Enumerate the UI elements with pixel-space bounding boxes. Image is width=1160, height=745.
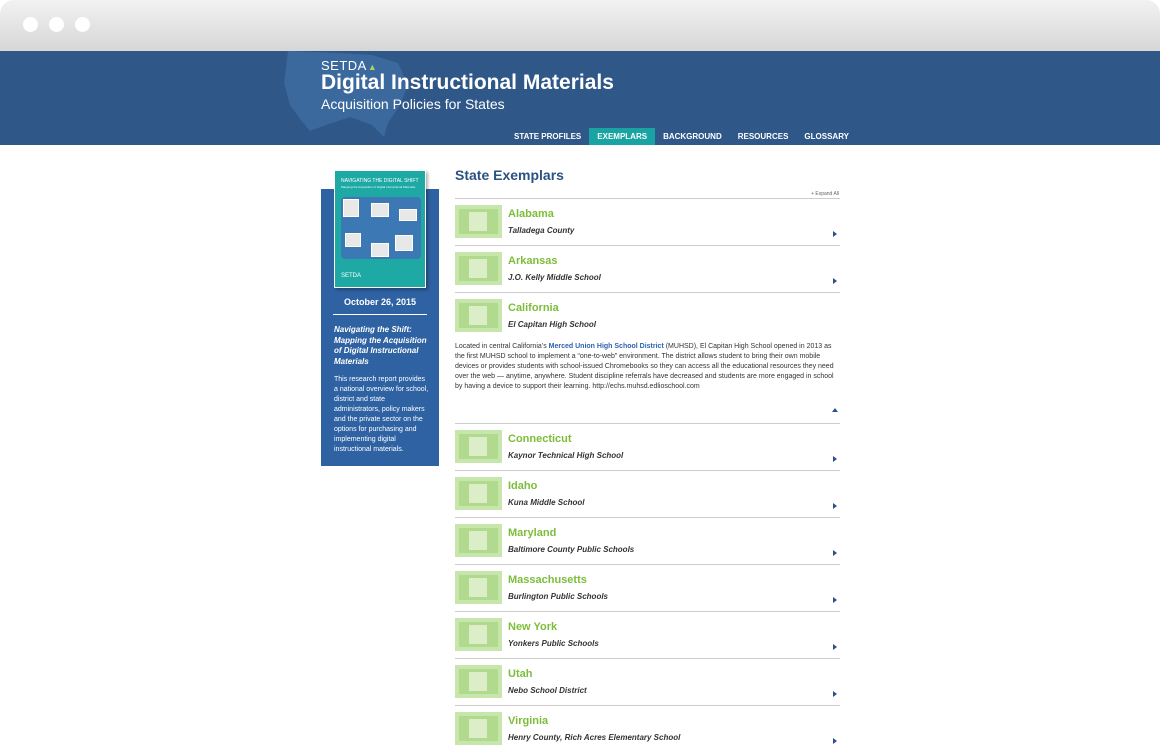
row-state-name[interactable]: Massachusetts bbox=[508, 574, 587, 586]
report-title[interactable]: Navigating the Shift: Mapping the Acquis… bbox=[334, 325, 429, 367]
main-nav: STATE PROFILES EXEMPLARS BACKGROUND RESO… bbox=[506, 128, 857, 145]
exemplar-row-maryland[interactable]: Maryland Baltimore County Public Schools bbox=[455, 518, 840, 565]
row-school-name: Burlington Public Schools bbox=[508, 592, 608, 601]
site-subtitle: Acquisition Policies for States bbox=[321, 96, 505, 112]
cover-photo bbox=[399, 209, 417, 221]
cover-photo bbox=[371, 243, 389, 257]
chevron-right-icon[interactable] bbox=[833, 597, 837, 603]
arkansas-map-thumbnail bbox=[455, 252, 502, 285]
row-school-name: Henry County, Rich Acres Elementary Scho… bbox=[508, 733, 681, 742]
row-state-name[interactable]: California bbox=[508, 302, 559, 314]
page-title: State Exemplars bbox=[455, 167, 564, 183]
report-description: This research report provides a national… bbox=[334, 376, 429, 453]
expand-all-link[interactable]: + Expand All bbox=[780, 191, 839, 197]
new-york-map-thumbnail bbox=[455, 618, 502, 651]
row-school-name: Yonkers Public Schools bbox=[508, 639, 599, 648]
utah-map-thumbnail bbox=[455, 665, 502, 698]
exemplar-row-massachusetts[interactable]: Massachusetts Burlington Public Schools bbox=[455, 565, 840, 612]
exemplar-description: Located in central California’s Merced U… bbox=[455, 343, 834, 390]
nav-resources[interactable]: RESOURCES bbox=[730, 128, 797, 145]
row-state-name[interactable]: Virginia bbox=[508, 715, 548, 727]
window-maximize-dot[interactable] bbox=[75, 17, 90, 32]
california-map-thumbnail bbox=[455, 299, 502, 332]
window-close-dot[interactable] bbox=[23, 17, 38, 32]
exemplar-row-california[interactable]: California El Capitan High School Locate… bbox=[455, 293, 840, 424]
row-state-name[interactable]: New York bbox=[508, 621, 557, 633]
report-cover-image[interactable]: NAVIGATING THE DIGITAL SHIFT Mapping the… bbox=[334, 170, 426, 288]
row-school-name: El Capitan High School bbox=[508, 320, 597, 329]
district-link[interactable]: Merced Union High School District bbox=[549, 343, 664, 350]
row-state-name[interactable]: Connecticut bbox=[508, 433, 572, 445]
nav-state-profiles[interactable]: STATE PROFILES bbox=[506, 128, 589, 145]
idaho-map-thumbnail bbox=[455, 477, 502, 510]
nav-exemplars[interactable]: EXEMPLARS bbox=[589, 128, 656, 145]
chevron-right-icon[interactable] bbox=[833, 503, 837, 509]
nav-glossary[interactable]: GLOSSARY bbox=[796, 128, 857, 145]
cover-photo bbox=[371, 203, 389, 217]
chevron-up-icon[interactable] bbox=[832, 408, 838, 412]
exemplar-row-virginia[interactable]: Virginia Henry County, Rich Acres Elemen… bbox=[455, 706, 840, 745]
row-state-name[interactable]: Idaho bbox=[508, 480, 537, 492]
row-school-name: Nebo School District bbox=[508, 686, 587, 695]
chevron-right-icon[interactable] bbox=[833, 738, 837, 744]
row-state-name[interactable]: Maryland bbox=[508, 527, 556, 539]
site-title: Digital Instructional Materials bbox=[321, 71, 614, 94]
cover-photo bbox=[343, 199, 359, 217]
cover-logo: SETDA bbox=[341, 273, 362, 279]
row-state-name[interactable]: Alabama bbox=[508, 208, 554, 220]
virginia-map-thumbnail bbox=[455, 712, 502, 745]
chevron-right-icon[interactable] bbox=[833, 231, 837, 237]
nav-background[interactable]: BACKGROUND bbox=[655, 128, 730, 145]
site-header: SETDA▲ Digital Instructional Materials A… bbox=[0, 51, 1160, 145]
cover-title: NAVIGATING THE DIGITAL SHIFT bbox=[341, 178, 419, 184]
exemplar-row-idaho[interactable]: Idaho Kuna Middle School bbox=[455, 471, 840, 518]
chevron-right-icon[interactable] bbox=[833, 691, 837, 697]
alabama-map-thumbnail bbox=[455, 205, 502, 238]
divider bbox=[333, 314, 427, 315]
exemplar-row-connecticut[interactable]: Connecticut Kaynor Technical High School bbox=[455, 424, 840, 471]
row-state-name[interactable]: Arkansas bbox=[508, 255, 558, 267]
row-school-name: Kaynor Technical High School bbox=[508, 451, 624, 460]
chevron-right-icon[interactable] bbox=[833, 456, 837, 462]
row-school-name: Talladega County bbox=[508, 226, 575, 235]
chevron-right-icon[interactable] bbox=[833, 644, 837, 650]
window-minimize-dot[interactable] bbox=[49, 17, 64, 32]
exemplar-row-utah[interactable]: Utah Nebo School District bbox=[455, 659, 840, 706]
exemplar-row-new-york[interactable]: New York Yonkers Public Schools bbox=[455, 612, 840, 659]
massachusetts-map-thumbnail bbox=[455, 571, 502, 604]
chevron-right-icon[interactable] bbox=[833, 278, 837, 284]
cover-photo bbox=[345, 233, 361, 247]
connecticut-map-thumbnail bbox=[455, 430, 502, 463]
maryland-map-thumbnail bbox=[455, 524, 502, 557]
row-school-name: J.O. Kelly Middle School bbox=[508, 273, 601, 282]
chevron-right-icon[interactable] bbox=[833, 550, 837, 556]
row-school-name: Kuna Middle School bbox=[508, 498, 585, 507]
cover-subtitle: Mapping the Acquisition of Digital Instr… bbox=[341, 185, 416, 189]
cover-photo bbox=[395, 235, 413, 251]
row-school-name: Baltimore County Public Schools bbox=[508, 545, 635, 554]
exemplar-row-alabama[interactable]: Alabama Talladega County bbox=[455, 199, 840, 246]
browser-title-bar bbox=[0, 0, 1160, 51]
exemplar-row-arkansas[interactable]: Arkansas J.O. Kelly Middle School bbox=[455, 246, 840, 293]
row-state-name[interactable]: Utah bbox=[508, 668, 532, 680]
report-date: October 26, 2015 bbox=[343, 297, 417, 307]
